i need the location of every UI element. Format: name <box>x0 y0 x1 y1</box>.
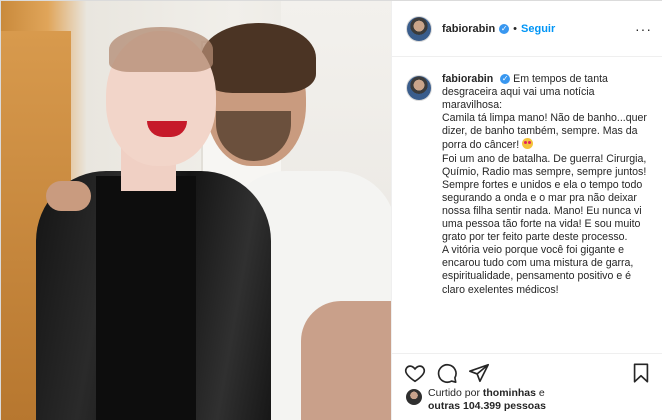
emoji-heart-eyes-icon <box>522 138 534 150</box>
liker-avatar[interactable] <box>406 389 422 405</box>
header-separator: • <box>513 22 518 35</box>
share-icon[interactable] <box>468 362 490 384</box>
photo-man-hair <box>201 23 316 93</box>
photo-woman-top <box>96 176 196 420</box>
caption-paragraph-2: Camila tá limpa mano! Não de banho...que… <box>442 112 650 152</box>
caption-text: fabiorabin ✓ Em tempos de tanta desgrace… <box>442 73 652 297</box>
header-username[interactable]: fabiorabin <box>442 23 495 35</box>
follow-button[interactable]: Seguir <box>521 23 555 35</box>
likes-others[interactable]: outras 104.399 pessoas <box>428 400 546 412</box>
avatar[interactable] <box>406 15 432 42</box>
liker-username[interactable]: thominhas <box>483 387 536 399</box>
likes-prefix: Curtido por <box>428 387 480 399</box>
likes-middle: e <box>538 387 545 399</box>
post-header: fabiorabin ✓ • Seguir ··· <box>392 1 662 57</box>
instagram-post: fabiorabin ✓ • Seguir ··· fabiorabin ✓ E… <box>0 0 662 420</box>
caption-username[interactable]: fabiorabin <box>442 73 493 85</box>
likes-text: Curtido por thominhas e outras 104.399 pe… <box>428 387 656 413</box>
caption-avatar[interactable] <box>406 75 432 101</box>
verified-icon: ✓ <box>499 23 510 34</box>
post-caption: fabiorabin ✓ Em tempos de tanta desgrace… <box>406 73 652 351</box>
photo-woman-hair <box>109 27 213 72</box>
likes-summary: Curtido por thominhas e outras 104.399 pe… <box>406 387 656 419</box>
caption-paragraph-3: Foi um ano de batalha. De guerra! Cirurg… <box>442 152 650 244</box>
bookmark-icon[interactable] <box>630 362 652 384</box>
photo-man-arm <box>301 301 391 420</box>
post-side-panel: fabiorabin ✓ • Seguir ··· fabiorabin ✓ E… <box>391 1 662 420</box>
heart-icon[interactable] <box>404 362 426 384</box>
post-photo[interactable] <box>1 1 391 420</box>
verified-icon: ✓ <box>500 74 511 85</box>
action-bar <box>392 353 662 389</box>
caption-paragraph-4: A vitória veio porque você foi gigante e… <box>442 244 637 296</box>
more-options-icon[interactable]: ··· <box>635 21 652 37</box>
photo-hand <box>46 181 91 211</box>
comment-icon[interactable] <box>436 362 458 384</box>
